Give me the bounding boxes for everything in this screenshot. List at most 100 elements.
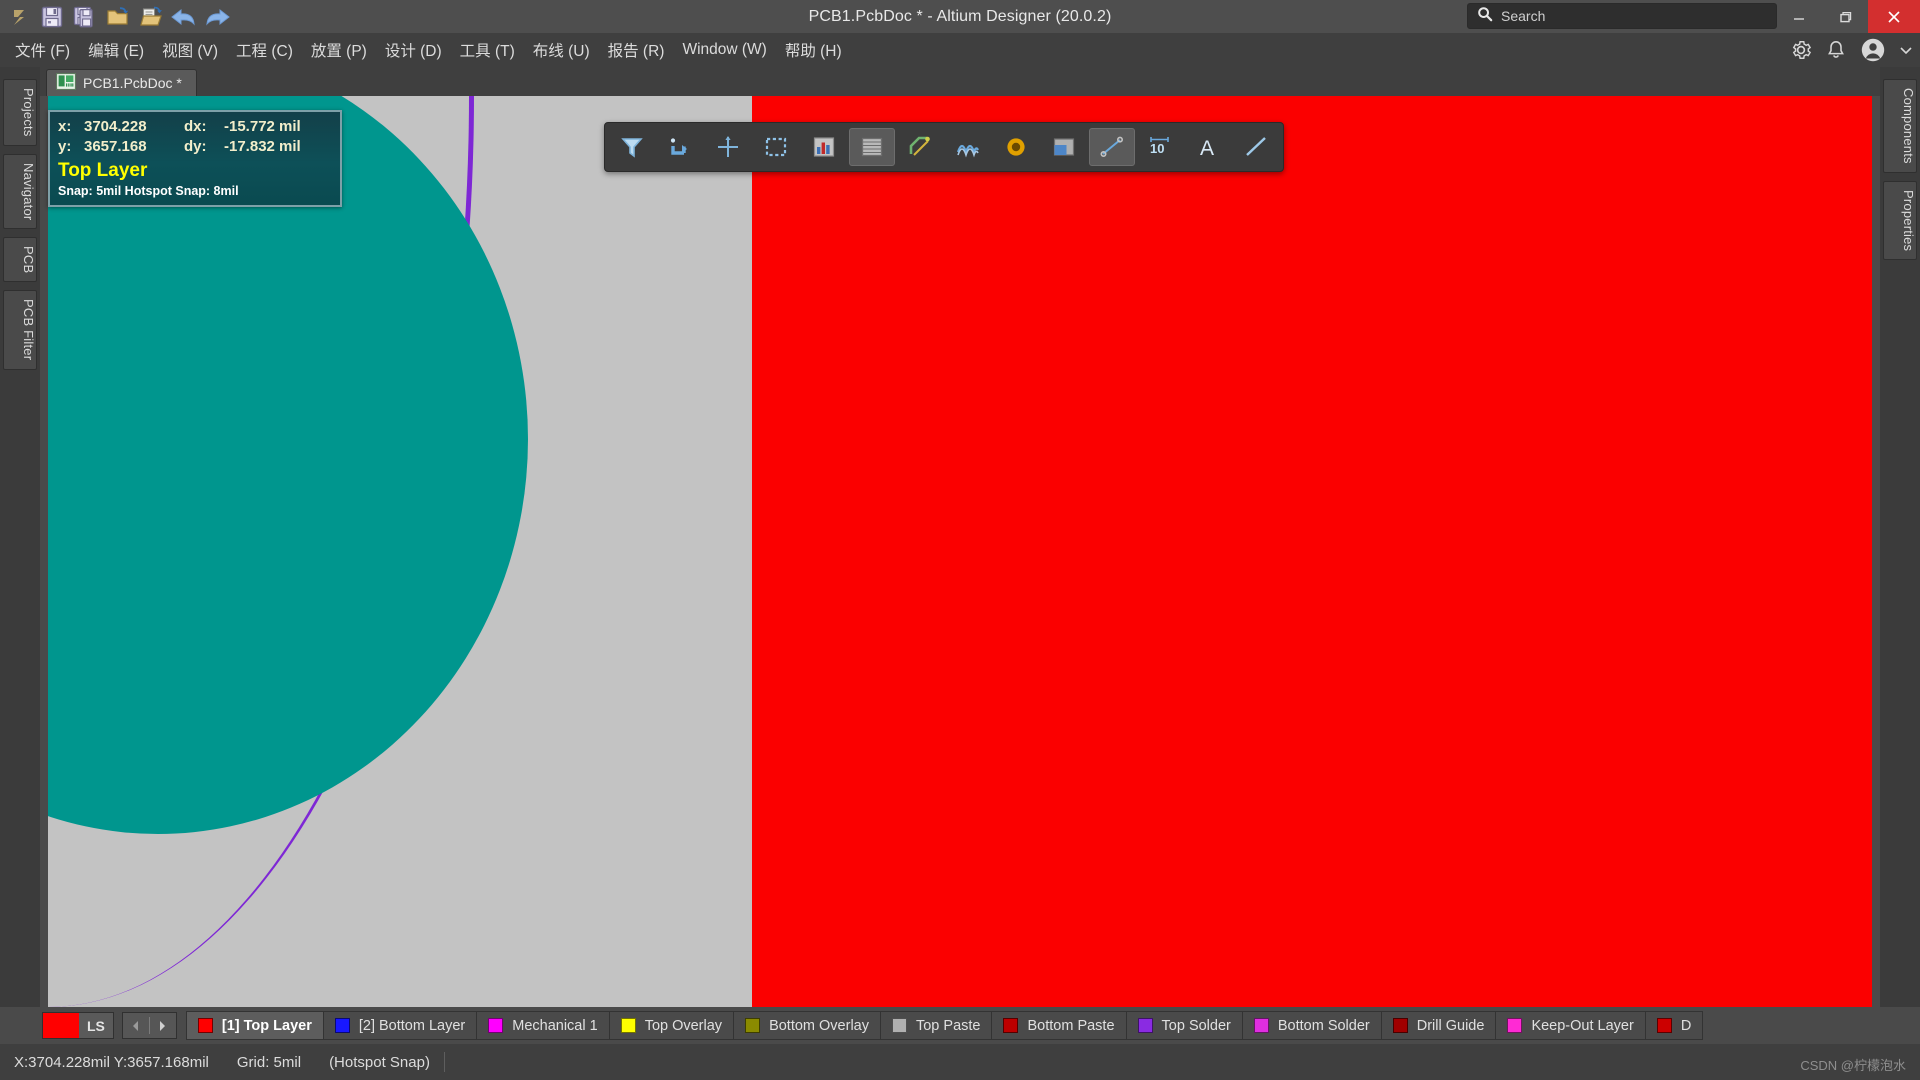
undo-icon[interactable] [169, 2, 199, 32]
menu-item-route[interactable]: 布线 (U) [524, 35, 599, 65]
layer-tab-label: Top Solder [1161, 1017, 1231, 1034]
layer-tab-top-paste[interactable]: Top Paste [879, 1011, 992, 1040]
tab-pcb1-pcbdoc[interactable]: PCB1.PcbDoc * [46, 69, 197, 96]
document-tab-label: PCB1.PcbDoc * [83, 75, 182, 91]
redo-icon[interactable] [202, 2, 232, 32]
layer-color-swatch [891, 1018, 907, 1033]
layer-tab-bottom-solder[interactable]: Bottom Solder [1241, 1011, 1381, 1040]
layer-tab-top-layer[interactable]: [1] Top Layer [185, 1011, 323, 1040]
sidebar-item-navigator[interactable]: Navigator [3, 153, 37, 229]
hud-x-key: x: [58, 118, 72, 135]
scroll-left-arrow-icon[interactable] [123, 1013, 149, 1038]
layer-color-swatch [1253, 1018, 1269, 1033]
save-all-icon[interactable] [70, 2, 100, 32]
layer-tab-drill-guide[interactable]: Drill Guide [1380, 1011, 1496, 1040]
menu-item-view[interactable]: 视图 (V) [153, 35, 227, 65]
layer-tab-bar: LS [1] Top Layer [2] Bottom Layer Mechan… [0, 1007, 1920, 1044]
minimize-button[interactable] [1776, 0, 1822, 33]
status-grid: Grid: 5mil [236, 1053, 302, 1071]
menu-item-tools[interactable]: 工具 (T) [451, 35, 524, 65]
layer-tab-label: [1] Top Layer [221, 1017, 312, 1034]
hud-y-key: y: [58, 138, 72, 155]
hud-dx-key: dx: [184, 118, 207, 135]
menu-item-help[interactable]: 帮助 (H) [776, 35, 851, 65]
hud-dy-key: dy: [184, 138, 207, 155]
menu-item-design[interactable]: 设计 (D) [376, 35, 451, 65]
menu-item-project[interactable]: 工程 (C) [227, 35, 302, 65]
sidebar-item-projects[interactable]: Projects [3, 79, 37, 146]
search-placeholder: Search [1501, 8, 1546, 24]
layer-tab-bottom-paste[interactable]: Bottom Paste [991, 1011, 1126, 1040]
svg-text:10: 10 [1150, 141, 1164, 156]
sidebar-item-pcb-filter[interactable]: PCB Filter [3, 290, 37, 370]
status-divider [443, 1052, 445, 1072]
layer-tab-bottom-overlay[interactable]: Bottom Overlay [733, 1011, 880, 1040]
pcb-canvas[interactable] [48, 96, 1872, 1007]
dimension-icon[interactable] [1089, 128, 1135, 166]
bar-chart-icon[interactable] [801, 128, 847, 166]
layer-color-swatch [488, 1018, 504, 1033]
watermark-text: CSDN @柠檬泡水 [1800, 1058, 1906, 1073]
close-button[interactable] [1868, 0, 1920, 33]
user-account-icon[interactable] [1860, 37, 1886, 63]
text-string-icon[interactable]: A [1185, 128, 1231, 166]
layer-tab-label: Bottom Paste [1027, 1017, 1115, 1034]
svg-text:A: A [1200, 137, 1214, 160]
layer-tab-d[interactable]: D [1644, 1011, 1704, 1040]
menu-item-edit[interactable]: 编辑 (E) [79, 35, 153, 65]
filter-icon[interactable] [609, 128, 655, 166]
search-box[interactable]: Search [1467, 3, 1777, 29]
route-track-icon[interactable] [897, 128, 943, 166]
layer-tab-label: Top Paste [915, 1017, 981, 1034]
hud-row-y: y: 3657.168 dy: -17.832 mil [58, 137, 332, 157]
menu-item-reports[interactable]: 报告 (R) [599, 35, 674, 65]
sidebar-item-properties[interactable]: Properties [1883, 180, 1917, 260]
altium-logo-icon[interactable] [4, 2, 34, 32]
hud-dx-value: -15.772 mil [224, 118, 301, 135]
selection-box-icon[interactable] [753, 128, 799, 166]
maximize-button[interactable] [1822, 0, 1868, 33]
layer-set-selector[interactable]: LS [42, 1012, 114, 1039]
hud-snap-info: Snap: 5mil Hotspot Snap: 8mil [58, 184, 239, 198]
settings-gear-icon[interactable] [1790, 39, 1812, 61]
via-pad-icon[interactable] [993, 128, 1039, 166]
menu-item-place[interactable]: 放置 (P) [302, 35, 376, 65]
open-document-icon[interactable] [136, 2, 166, 32]
fill-region-icon[interactable] [1041, 128, 1087, 166]
status-snap-mode: (Hotspot Snap) [329, 1053, 430, 1071]
measure-icon[interactable]: 10 [1137, 128, 1183, 166]
layer-set-swatch [43, 1013, 79, 1038]
layer-tab-top-overlay[interactable]: Top Overlay [608, 1011, 734, 1040]
layer-tab-label: Drill Guide [1416, 1017, 1485, 1034]
open-icon[interactable] [103, 2, 133, 32]
snap-options-icon[interactable] [657, 128, 703, 166]
window-controls [1776, 0, 1920, 33]
search-icon [1477, 6, 1493, 27]
sidebar-item-components[interactable]: Components [1883, 79, 1917, 173]
layer-tab-keep-out-layer[interactable]: Keep-Out Layer [1495, 1011, 1645, 1040]
line-icon[interactable] [1233, 128, 1279, 166]
crosshair-icon[interactable] [705, 128, 751, 166]
layer-color-swatch [1656, 1018, 1672, 1033]
menu-item-window[interactable]: Window (W) [673, 37, 775, 63]
layer-color-swatch [1003, 1018, 1019, 1033]
title-bar: PCB1.PcbDoc * - Altium Designer (20.0.2)… [0, 0, 1920, 33]
document-tab-strip: PCB1.PcbDoc * [40, 67, 1880, 96]
save-icon[interactable] [37, 2, 67, 32]
notifications-bell-icon[interactable] [1826, 39, 1846, 61]
layer-tab-label: Bottom Overlay [769, 1017, 869, 1034]
scroll-right-arrow-icon[interactable] [150, 1013, 176, 1038]
layer-color-swatch [334, 1018, 350, 1033]
layer-tab-bottom-layer[interactable]: [2] Bottom Layer [322, 1011, 477, 1040]
layer-tab-mechanical-1[interactable]: Mechanical 1 [476, 1011, 609, 1040]
chevron-down-icon[interactable] [1900, 45, 1912, 55]
plane-icon[interactable] [849, 128, 895, 166]
sidebar-item-pcb[interactable]: PCB [3, 237, 37, 283]
active-bar-toolbar: 10 A [604, 122, 1284, 172]
status-coordinates: X:3704.228mil Y:3657.168mil [14, 1053, 209, 1071]
layer-tab-top-solder[interactable]: Top Solder [1125, 1011, 1242, 1040]
differential-pair-icon[interactable] [945, 128, 991, 166]
hud-row-x: x: 3704.228 dx: -15.772 mil [58, 117, 332, 137]
menu-item-file[interactable]: 文件 (F) [6, 35, 79, 65]
layer-color-swatch [1507, 1018, 1523, 1033]
